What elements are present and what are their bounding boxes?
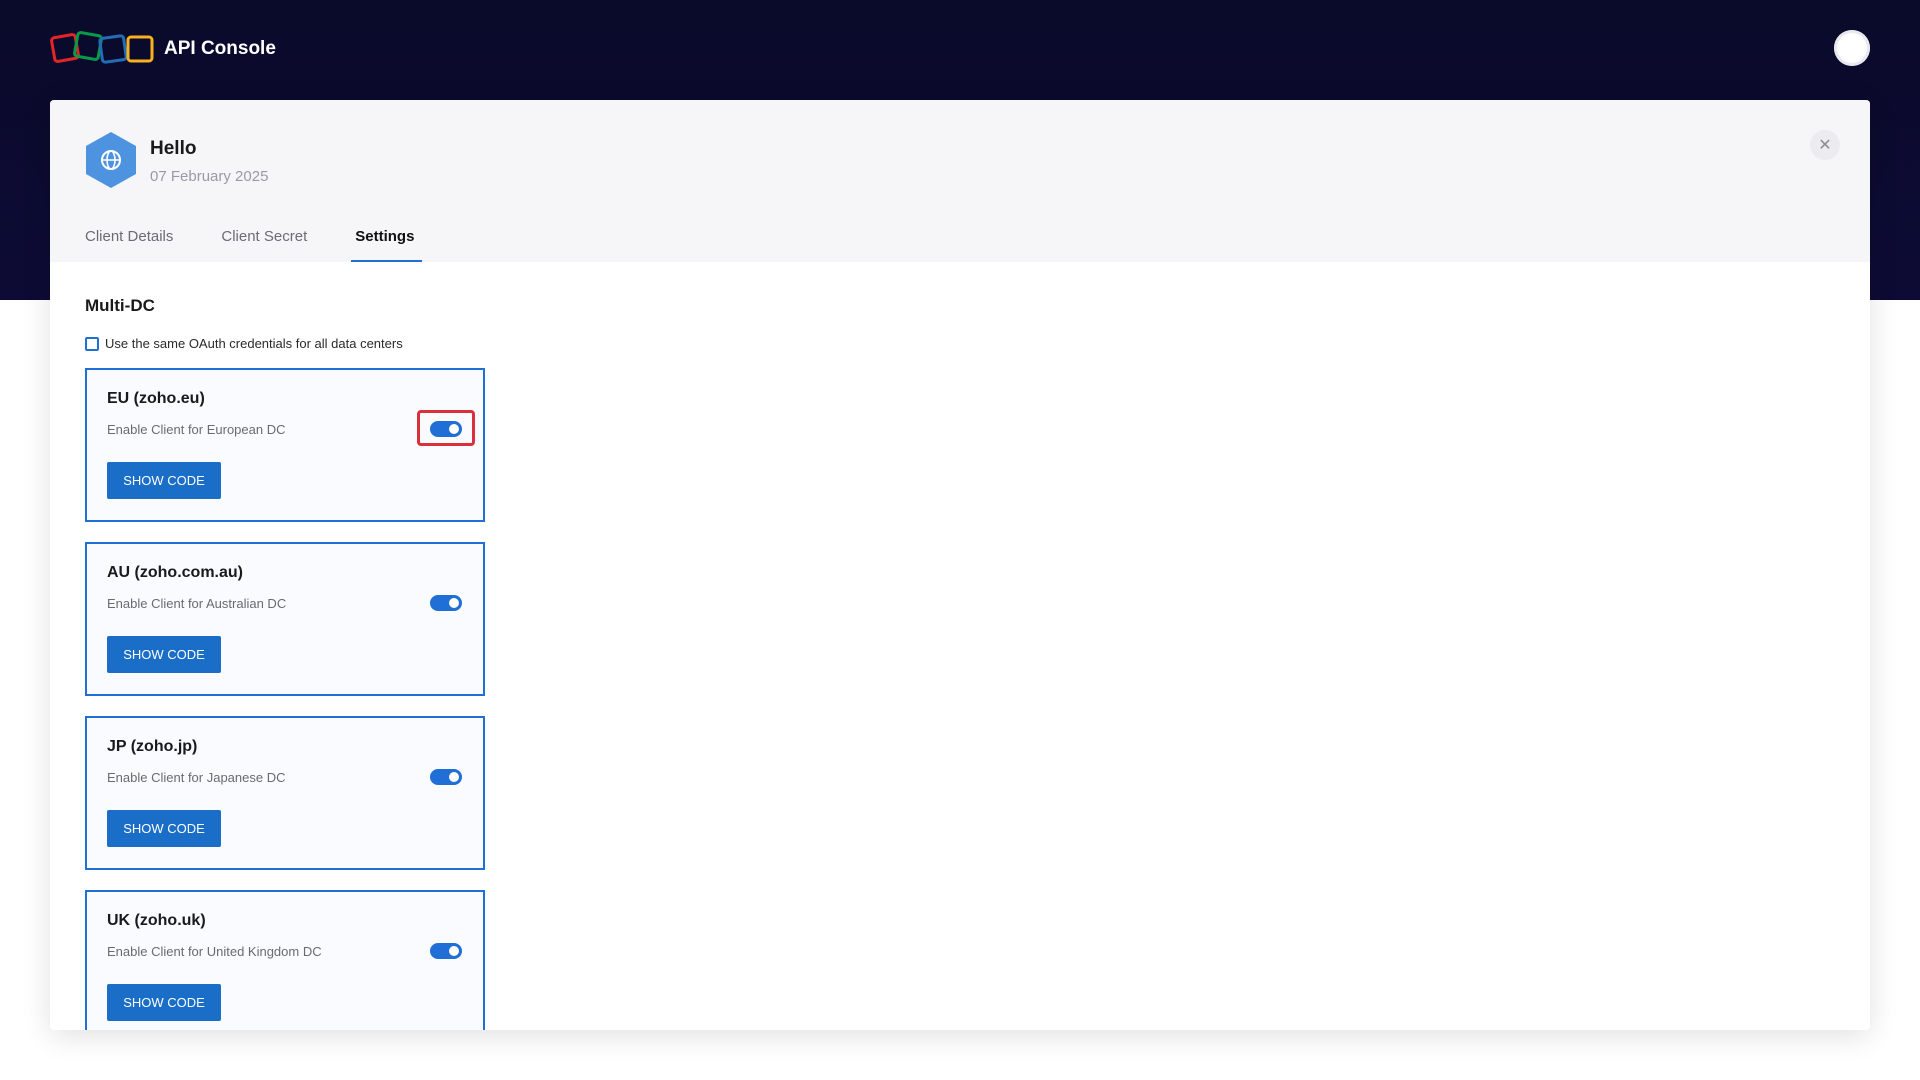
dc-description: Enable Client for Japanese DC [107,770,286,785]
dc-enable-toggle[interactable] [430,943,462,959]
globe-hexagon-icon [86,132,136,188]
show-code-button[interactable]: SHOW CODE [107,462,221,499]
close-icon: ✕ [1818,137,1832,154]
dc-card-eu: EU (zoho.eu) Enable Client for European … [85,368,485,522]
close-button[interactable]: ✕ [1810,130,1840,160]
dc-title: JP (zoho.jp) [107,738,198,755]
tab-bar: Client Details Client Secret Settings [85,218,462,262]
dc-card-jp: JP (zoho.jp) Enable Client for Japanese … [85,716,485,870]
user-avatar[interactable] [1834,30,1870,66]
client-panel: Hello 07 February 2025 ✕ Client Details … [50,100,1870,1030]
dc-card-au: AU (zoho.com.au) Enable Client for Austr… [85,542,485,696]
dc-description: Enable Client for European DC [107,422,286,437]
tab-client-details[interactable]: Client Details [85,218,177,262]
tab-client-secret[interactable]: Client Secret [221,218,311,262]
app-title: API Console [164,38,276,59]
show-code-button[interactable]: SHOW CODE [107,636,221,673]
dc-title: UK (zoho.uk) [107,912,206,929]
dc-enable-toggle[interactable] [430,595,462,611]
show-code-button[interactable]: SHOW CODE [107,810,221,847]
dc-card-uk: UK (zoho.uk) Enable Client for United Ki… [85,890,485,1030]
zoho-logo-icon [50,31,154,64]
brand[interactable]: API Console [50,30,276,68]
client-name: Hello [150,138,197,159]
show-code-button[interactable]: SHOW CODE [107,984,221,1021]
same-credentials-row: Use the same OAuth credentials for all d… [85,336,1870,351]
dc-description: Enable Client for Australian DC [107,596,287,611]
same-credentials-label: Use the same OAuth credentials for all d… [105,336,403,351]
dc-enable-toggle[interactable] [430,421,462,437]
dc-title: EU (zoho.eu) [107,390,205,407]
dc-description: Enable Client for United Kingdom DC [107,944,322,959]
client-date: 07 February 2025 [150,168,269,185]
settings-content: Multi-DC Use the same OAuth credentials … [50,262,1870,1030]
dc-enable-toggle[interactable] [430,769,462,785]
same-credentials-checkbox[interactable] [85,336,99,351]
dc-title: AU (zoho.com.au) [107,564,243,581]
section-title: Multi-DC [85,296,155,315]
client-header: Hello 07 February 2025 ✕ Client Details … [50,100,1870,262]
tab-settings[interactable]: Settings [351,218,423,262]
